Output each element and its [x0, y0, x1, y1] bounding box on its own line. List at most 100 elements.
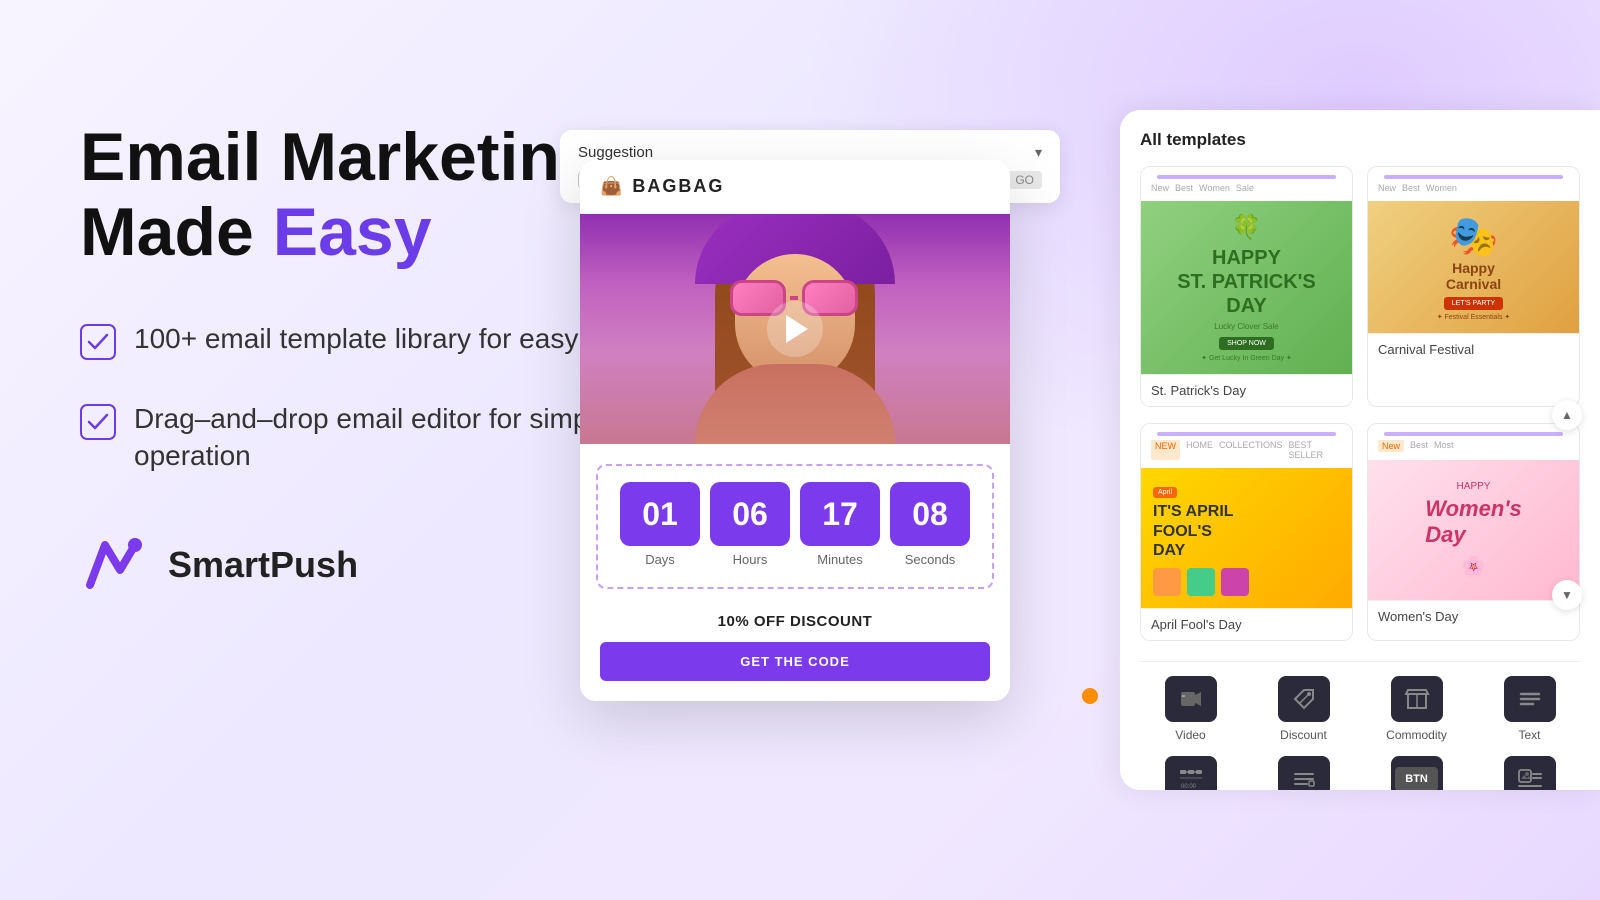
womens-day-subtext: HAPPY	[1457, 481, 1491, 492]
st-patricks-sub: Lucky Clover Sale	[1214, 322, 1278, 331]
april-nav-new: NEW	[1151, 440, 1180, 460]
text-label: Text	[1518, 728, 1540, 742]
countdown-minutes-label: Minutes	[817, 552, 863, 567]
countdown-seconds-value: 08	[890, 482, 970, 546]
component-discount[interactable]: Discount	[1253, 676, 1354, 742]
component-imagetext[interactable]: ImageText	[1479, 756, 1580, 790]
womens-nav-most: Most	[1434, 440, 1454, 452]
play-arrow-icon	[786, 315, 808, 343]
april-nav-collections: COLLECTIONS	[1219, 440, 1283, 460]
scroll-down-arrow[interactable]: ▼	[1552, 580, 1582, 610]
womens-day-image: HAPPY Women'sDay 🌸	[1368, 460, 1579, 600]
countdown-hours: 06 Hours	[710, 482, 790, 567]
timecountdown-icon: 00:00	[1178, 766, 1204, 790]
countdown-seconds: 08 Seconds	[890, 482, 970, 567]
video-icon-box	[1165, 676, 1217, 722]
countdown-section: 01 Days 06 Hours 17 Minutes 08 Seconds	[580, 444, 1010, 599]
line-icon-box	[1278, 756, 1330, 790]
text-icon-box	[1504, 676, 1556, 722]
tpl-nav-new: New	[1151, 183, 1169, 193]
april-fools-badge: April	[1153, 487, 1177, 498]
discount-icon	[1291, 686, 1317, 712]
april-fools-label: April Fool's Day	[1141, 608, 1352, 640]
april-nav-home: HOME	[1186, 440, 1213, 460]
commodity-icon-box	[1391, 676, 1443, 722]
cta-button[interactable]: GET THE CODE	[600, 642, 990, 681]
component-video[interactable]: Video	[1140, 676, 1241, 742]
smartpush-logo-icon	[80, 535, 150, 595]
st-patricks-image: 🍀 HAPPYST. PATRICK'SDAY Lucky Clover Sal…	[1141, 201, 1352, 374]
template-carnival[interactable]: New Best Women 🎭 HappyCarnival LET'S PAR…	[1367, 166, 1580, 407]
carnival-nav-new: New	[1378, 183, 1396, 193]
st-patricks-title: HAPPYST. PATRICK'SDAY	[1177, 246, 1315, 318]
template-st-patricks[interactable]: New Best Women Sale 🍀 HAPPYST. PATRICK'S…	[1140, 166, 1353, 407]
suggestion-chevron-icon[interactable]: ▾	[1035, 144, 1042, 161]
countdown-container: 01 Days 06 Hours 17 Minutes 08 Seconds	[596, 464, 994, 589]
template-april-fools[interactable]: NEW HOME COLLECTIONS BEST SELLER April I…	[1140, 423, 1353, 641]
clover-icon: 🍀	[1232, 213, 1262, 242]
countdown-minutes: 17 Minutes	[800, 482, 880, 567]
templates-panel: All templates New Best Women Sale 🍀 HAPP…	[1120, 110, 1600, 790]
womens-day-label: Women's Day	[1368, 600, 1579, 632]
scroll-up-arrow[interactable]: ▲	[1552, 400, 1582, 430]
carnival-tagline: ✦ Festival Essentials ✦	[1437, 313, 1511, 321]
timecountdown-icon-box: 00:00	[1165, 756, 1217, 790]
templates-grid-bottom: NEW HOME COLLECTIONS BEST SELLER April I…	[1140, 423, 1580, 641]
carnival-nav-best: Best	[1402, 183, 1420, 193]
countdown-days: 01 Days	[620, 482, 700, 567]
component-commodity[interactable]: Commodity	[1366, 676, 1467, 742]
templates-grid-top: New Best Women Sale 🍀 HAPPYST. PATRICK'S…	[1140, 166, 1580, 407]
component-timecountdown[interactable]: 00:00 TimeCountdown	[1140, 756, 1241, 790]
components-grid-row2: 00:00 TimeCountdown Line BTN	[1140, 756, 1580, 790]
product-img-1	[1153, 568, 1181, 596]
email-header: 👜 BAGBAG	[580, 160, 1010, 214]
templates-panel-header: All templates	[1140, 130, 1580, 150]
product-img-2	[1187, 568, 1215, 596]
components-grid-row1: Video Discount	[1140, 676, 1580, 742]
text-icon	[1517, 686, 1543, 712]
component-button[interactable]: BTN Button	[1366, 756, 1467, 790]
logo-name: SmartPush	[168, 544, 358, 586]
imagetext-icon-box	[1504, 756, 1556, 790]
check-icon-2	[80, 404, 116, 440]
carnival-label: Carnival Festival	[1368, 333, 1579, 365]
check-icon-1	[80, 324, 116, 360]
carnival-image: 🎭 HappyCarnival LET'S PARTY ✦ Festival E…	[1368, 201, 1579, 333]
countdown-hours-value: 06	[710, 482, 790, 546]
headline-line1: Email Marketing	[80, 119, 602, 195]
countdown-seconds-label: Seconds	[905, 552, 956, 567]
connector-dot	[1082, 688, 1098, 704]
carnival-btn: LET'S PARTY	[1444, 297, 1503, 310]
go-badge[interactable]: GO	[1007, 171, 1042, 189]
carnival-mask-icon: 🎭	[1449, 213, 1499, 260]
play-button[interactable]	[767, 301, 823, 357]
component-text[interactable]: Text	[1479, 676, 1580, 742]
brand-name: BAGBAG	[632, 176, 724, 197]
discount-text: 10% OFF DISCOUNT	[600, 613, 990, 630]
april-fools-image: April IT'S APRILFOOL'SDAY	[1141, 468, 1352, 608]
commodity-icon	[1404, 686, 1430, 712]
video-icon	[1179, 687, 1203, 711]
countdown-hours-label: Hours	[733, 552, 768, 567]
countdown-minutes-value: 17	[800, 482, 880, 546]
tpl-nav-women: Women	[1199, 183, 1230, 193]
womens-day-title: Women'sDay	[1425, 496, 1522, 548]
component-line[interactable]: Line	[1253, 756, 1354, 790]
email-hero-image	[580, 214, 1010, 444]
womens-day-icon: 🌸	[1461, 554, 1486, 579]
st-patricks-btn: SHOP NOW	[1219, 337, 1274, 350]
april-nav-bestseller: BEST SELLER	[1289, 440, 1342, 460]
countdown-days-label: Days	[645, 552, 675, 567]
carnival-nav-women: Women	[1426, 183, 1457, 193]
product-img-3	[1221, 568, 1249, 596]
tpl-nav-best: Best	[1175, 183, 1193, 193]
button-preview-icon: BTN	[1395, 767, 1438, 790]
button-icon-box: BTN	[1391, 756, 1443, 790]
tpl-nav-sale: Sale	[1236, 183, 1254, 193]
template-womens-day[interactable]: New Best Most HAPPY Women'sDay 🌸 Women's…	[1367, 423, 1580, 641]
countdown-days-value: 01	[620, 482, 700, 546]
suggestion-label: Suggestion	[578, 144, 653, 161]
commodity-label: Commodity	[1386, 728, 1447, 742]
countdown-boxes: 01 Days 06 Hours 17 Minutes 08 Seconds	[610, 482, 980, 567]
womens-nav-best: Best	[1410, 440, 1428, 452]
